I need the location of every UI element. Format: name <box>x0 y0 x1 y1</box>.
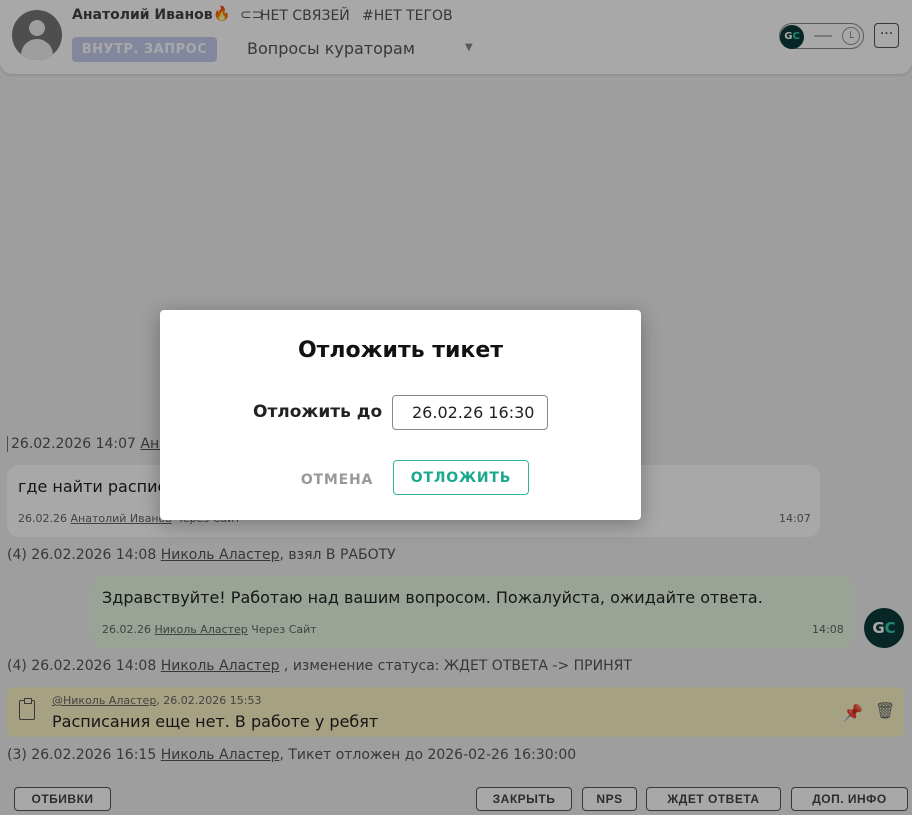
postpone-modal: Отложить тикет Отложить до ОТМЕНА ОТЛОЖИ… <box>160 310 641 520</box>
cancel-button[interactable]: ОТМЕНА <box>278 468 396 492</box>
postpone-datetime-input[interactable] <box>392 395 548 430</box>
postpone-button[interactable]: ОТЛОЖИТЬ <box>393 460 529 495</box>
postpone-until-label: Отложить до <box>253 402 383 422</box>
modal-title: Отложить тикет <box>297 338 504 363</box>
